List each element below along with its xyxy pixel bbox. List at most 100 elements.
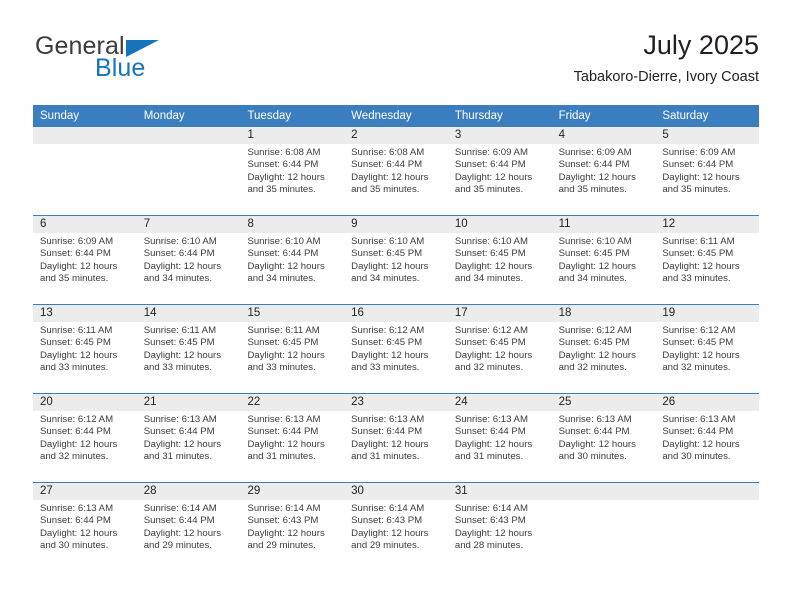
sunrise-text: Sunrise: 6:14 AM <box>247 503 321 514</box>
day-details: Sunrise: 6:12 AM Sunset: 6:44 PM Dayligh… <box>40 414 131 463</box>
calendar-day-cell[interactable]: 16 Sunrise: 6:12 AM Sunset: 6:45 PM Dayl… <box>344 305 448 393</box>
day-number: 14 <box>143 307 157 319</box>
calendar-day-cell[interactable]: 2 Sunrise: 6:08 AM Sunset: 6:44 PM Dayli… <box>344 127 448 215</box>
calendar-day-cell[interactable]: 29 Sunrise: 6:14 AM Sunset: 6:43 PM Dayl… <box>240 483 344 571</box>
day-header-thursday: Thursday <box>454 110 503 122</box>
calendar-week-row: 13 Sunrise: 6:11 AM Sunset: 6:45 PM Dayl… <box>33 304 759 393</box>
calendar-day-cell[interactable]: 1 Sunrise: 6:08 AM Sunset: 6:44 PM Dayli… <box>240 127 344 215</box>
daylight-text-line2: and 33 minutes. <box>351 361 420 373</box>
calendar-day-cell[interactable]: 8 Sunrise: 6:10 AM Sunset: 6:44 PM Dayli… <box>240 216 344 304</box>
day-details: Sunrise: 6:13 AM Sunset: 6:44 PM Dayligh… <box>455 414 546 463</box>
day-details: Sunrise: 6:12 AM Sunset: 6:45 PM Dayligh… <box>351 325 442 374</box>
calendar-week-row: 1 Sunrise: 6:08 AM Sunset: 6:44 PM Dayli… <box>33 126 759 215</box>
daylight-text-line2: and 30 minutes. <box>40 539 109 551</box>
calendar-day-cell[interactable]: 30 Sunrise: 6:14 AM Sunset: 6:43 PM Dayl… <box>344 483 448 571</box>
sunset-text: Sunset: 6:44 PM <box>143 515 215 527</box>
sunset-text: Sunset: 6:44 PM <box>558 159 630 171</box>
calendar-day-cell[interactable] <box>552 483 656 571</box>
calendar-day-cell[interactable]: 4 Sunrise: 6:09 AM Sunset: 6:44 PM Dayli… <box>552 127 656 215</box>
calendar-day-cell[interactable]: 27 Sunrise: 6:13 AM Sunset: 6:44 PM Dayl… <box>33 483 137 571</box>
calendar-week-row: 27 Sunrise: 6:13 AM Sunset: 6:44 PM Dayl… <box>33 482 759 571</box>
calendar-day-cell[interactable]: 23 Sunrise: 6:13 AM Sunset: 6:44 PM Dayl… <box>344 394 448 482</box>
general-blue-logo[interactable]: General Blue <box>33 28 263 88</box>
day-number: 20 <box>40 396 53 408</box>
sunrise-text: Sunrise: 6:09 AM <box>662 147 736 158</box>
sunset-text: Sunset: 6:43 PM <box>247 515 319 527</box>
daylight-text-line2: and 34 minutes. <box>247 272 316 284</box>
daylight-text-line1: Daylight: 12 hours <box>247 438 325 450</box>
sunset-text: Sunset: 6:44 PM <box>454 426 526 438</box>
day-details: Sunrise: 6:12 AM Sunset: 6:45 PM Dayligh… <box>662 325 753 374</box>
daylight-text-line1: Daylight: 12 hours <box>662 260 740 272</box>
calendar-day-cell[interactable]: 10 Sunrise: 6:10 AM Sunset: 6:45 PM Dayl… <box>448 216 552 304</box>
sunrise-text: Sunrise: 6:12 AM <box>558 325 632 336</box>
calendar-day-cell[interactable] <box>137 127 241 215</box>
sunset-text: Sunset: 6:44 PM <box>351 159 423 171</box>
calendar-day-cell[interactable] <box>33 127 137 215</box>
day-details: Sunrise: 6:12 AM Sunset: 6:45 PM Dayligh… <box>455 325 546 374</box>
sunset-text: Sunset: 6:45 PM <box>662 337 734 349</box>
day-details: Sunrise: 6:11 AM Sunset: 6:45 PM Dayligh… <box>144 325 235 374</box>
calendar-day-cell[interactable]: 25 Sunrise: 6:13 AM Sunset: 6:44 PM Dayl… <box>552 394 656 482</box>
calendar-day-cell[interactable]: 7 Sunrise: 6:10 AM Sunset: 6:44 PM Dayli… <box>137 216 241 304</box>
day-number: 10 <box>454 218 468 230</box>
calendar-day-cell[interactable]: 15 Sunrise: 6:11 AM Sunset: 6:45 PM Dayl… <box>240 305 344 393</box>
sunset-text: Sunset: 6:43 PM <box>351 515 423 527</box>
calendar-day-cell[interactable]: 31 Sunrise: 6:14 AM Sunset: 6:43 PM Dayl… <box>448 483 552 571</box>
day-details: Sunrise: 6:13 AM Sunset: 6:44 PM Dayligh… <box>559 414 650 463</box>
day-details: Sunrise: 6:09 AM Sunset: 6:44 PM Dayligh… <box>455 147 546 196</box>
calendar-day-cell[interactable]: 14 Sunrise: 6:11 AM Sunset: 6:45 PM Dayl… <box>137 305 241 393</box>
day-header-wednesday: Wednesday <box>351 110 412 122</box>
day-number: 30 <box>351 485 364 497</box>
calendar-day-cell[interactable]: 17 Sunrise: 6:12 AM Sunset: 6:45 PM Dayl… <box>448 305 552 393</box>
calendar-day-cell[interactable]: 24 Sunrise: 6:13 AM Sunset: 6:44 PM Dayl… <box>448 394 552 482</box>
daylight-text-line2: and 32 minutes. <box>454 361 524 373</box>
daylight-text-line2: and 33 minutes. <box>40 361 109 373</box>
sunset-text: Sunset: 6:44 PM <box>40 515 111 527</box>
calendar-day-cell[interactable]: 22 Sunrise: 6:13 AM Sunset: 6:44 PM Dayl… <box>240 394 344 482</box>
sunrise-text: Sunrise: 6:12 AM <box>40 414 114 425</box>
sunset-text: Sunset: 6:45 PM <box>454 337 526 349</box>
day-number: 15 <box>247 307 261 319</box>
daylight-text-line1: Daylight: 12 hours <box>247 171 325 183</box>
day-number: 26 <box>662 396 676 408</box>
calendar-week-row: 6 Sunrise: 6:09 AM Sunset: 6:44 PM Dayli… <box>33 215 759 304</box>
calendar-day-cell[interactable] <box>655 483 759 571</box>
calendar-day-cell[interactable]: 12 Sunrise: 6:11 AM Sunset: 6:45 PM Dayl… <box>655 216 759 304</box>
sunrise-text: Sunrise: 6:12 AM <box>351 325 425 336</box>
day-number: 24 <box>454 396 468 408</box>
daylight-text-line2: and 34 minutes. <box>143 272 212 284</box>
calendar-day-cell[interactable]: 26 Sunrise: 6:13 AM Sunset: 6:44 PM Dayl… <box>655 394 759 482</box>
calendar-day-cell[interactable]: 18 Sunrise: 6:12 AM Sunset: 6:45 PM Dayl… <box>552 305 656 393</box>
daylight-text-line2: and 31 minutes. <box>143 450 212 462</box>
calendar-day-cell[interactable]: 3 Sunrise: 6:09 AM Sunset: 6:44 PM Dayli… <box>448 127 552 215</box>
sunrise-text: Sunrise: 6:08 AM <box>351 147 425 158</box>
calendar-day-cell[interactable]: 5 Sunrise: 6:09 AM Sunset: 6:44 PM Dayli… <box>655 127 759 215</box>
calendar-day-cell[interactable]: 11 Sunrise: 6:10 AM Sunset: 6:45 PM Dayl… <box>552 216 656 304</box>
day-header-sunday: Sunday <box>40 110 80 122</box>
day-header-tuesday: Tuesday <box>247 110 292 122</box>
calendar-day-cell[interactable]: 21 Sunrise: 6:13 AM Sunset: 6:44 PM Dayl… <box>137 394 241 482</box>
sunset-text: Sunset: 6:45 PM <box>143 337 215 349</box>
daylight-text-line2: and 31 minutes. <box>454 450 524 462</box>
logo-text-blue: Blue <box>95 54 146 82</box>
calendar-day-cell[interactable]: 6 Sunrise: 6:09 AM Sunset: 6:44 PM Dayli… <box>33 216 137 304</box>
daylight-text-line2: and 31 minutes. <box>247 450 316 462</box>
sunset-text: Sunset: 6:44 PM <box>351 426 423 438</box>
day-details: Sunrise: 6:13 AM Sunset: 6:44 PM Dayligh… <box>247 414 338 463</box>
daylight-text-line2: and 29 minutes. <box>351 539 420 551</box>
calendar-day-cell[interactable]: 20 Sunrise: 6:12 AM Sunset: 6:44 PM Dayl… <box>33 394 137 482</box>
day-details: Sunrise: 6:09 AM Sunset: 6:44 PM Dayligh… <box>662 147 753 196</box>
calendar-day-cell[interactable]: 28 Sunrise: 6:14 AM Sunset: 6:44 PM Dayl… <box>137 483 241 571</box>
calendar-day-cell[interactable]: 13 Sunrise: 6:11 AM Sunset: 6:45 PM Dayl… <box>33 305 137 393</box>
day-number: 5 <box>662 129 669 141</box>
daylight-text-line1: Daylight: 12 hours <box>454 171 533 183</box>
calendar-day-cell[interactable]: 19 Sunrise: 6:12 AM Sunset: 6:45 PM Dayl… <box>655 305 759 393</box>
day-details: Sunrise: 6:11 AM Sunset: 6:45 PM Dayligh… <box>662 236 753 285</box>
calendar-day-cell[interactable]: 9 Sunrise: 6:10 AM Sunset: 6:45 PM Dayli… <box>344 216 448 304</box>
day-number: 1 <box>247 129 254 141</box>
sunset-text: Sunset: 6:45 PM <box>558 337 630 349</box>
sunset-text: Sunset: 6:45 PM <box>662 248 734 260</box>
daylight-text-line2: and 33 minutes. <box>143 361 212 373</box>
daylight-text-line1: Daylight: 12 hours <box>558 438 636 450</box>
